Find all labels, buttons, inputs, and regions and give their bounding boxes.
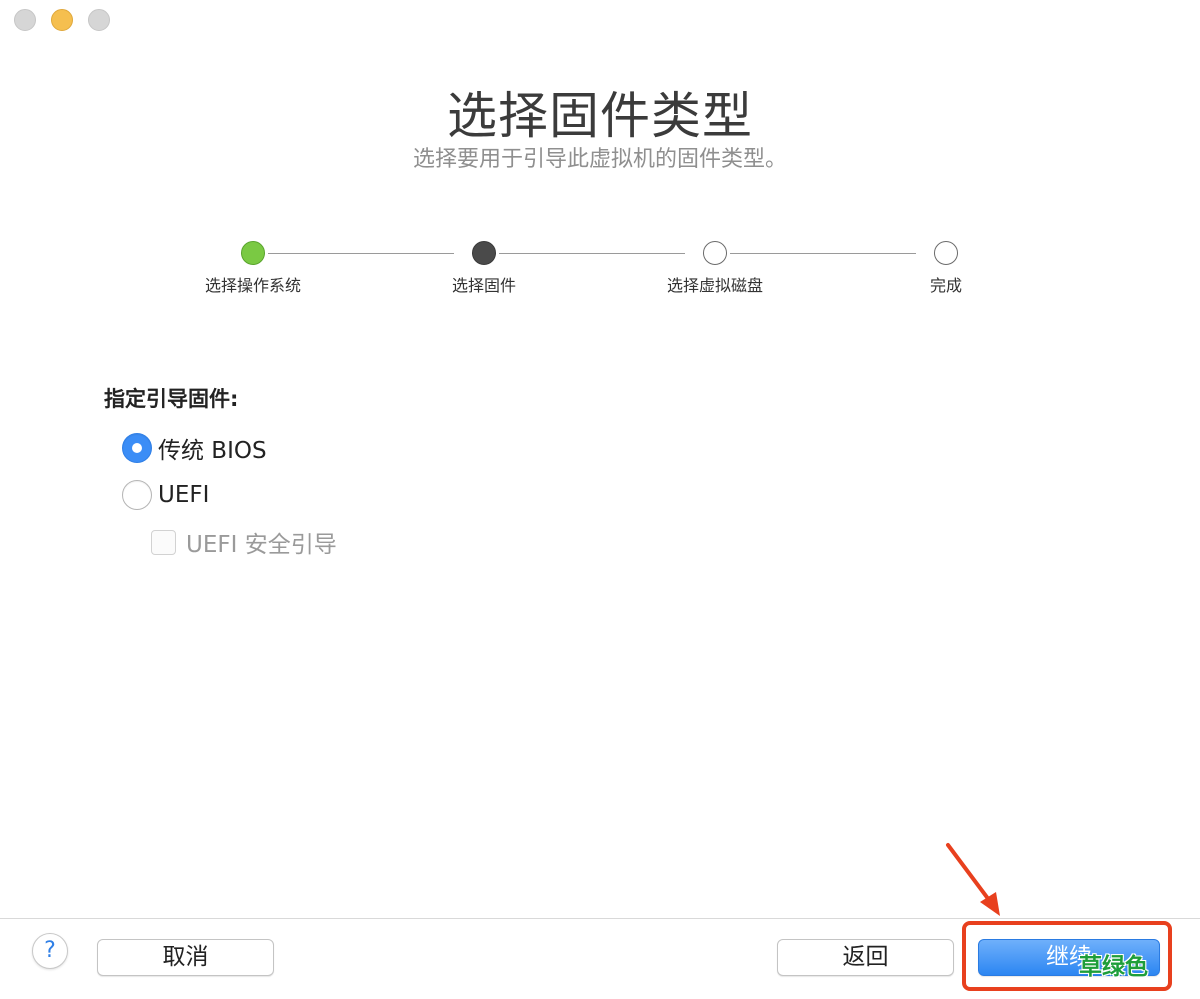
close-window-button[interactable] — [14, 9, 36, 31]
radio-label: 传统 BIOS — [158, 438, 267, 464]
firmware-section-label: 指定引导固件: — [104, 387, 239, 411]
radio-uefi[interactable]: UEFI — [122, 480, 209, 510]
step-indicator-done — [241, 241, 265, 265]
radio-legacy-bios[interactable]: 传统 BIOS — [122, 431, 267, 465]
step-finish: 完成 — [866, 240, 1026, 296]
uefi-secure-boot-checkbox-row: UEFI 安全引导 — [151, 525, 337, 559]
radio-button[interactable] — [122, 480, 152, 510]
step-label: 完成 — [929, 276, 962, 295]
radio-label: UEFI — [158, 482, 210, 508]
step-label: 选择固件 — [451, 276, 516, 295]
step-choose-os: 选择操作系统 — [173, 240, 333, 296]
step-label: 选择虚拟磁盘 — [666, 276, 763, 295]
checkbox-label: UEFI 安全引导 — [186, 532, 337, 558]
wizard-stepper: 选择操作系统 选择固件 选择虚拟磁盘 完成 — [0, 240, 1200, 300]
cancel-button[interactable]: 取消 — [97, 939, 274, 976]
help-button[interactable]: ? — [32, 933, 68, 969]
footer-divider — [0, 918, 1200, 919]
step-choose-disk: 选择虚拟磁盘 — [635, 240, 795, 296]
step-indicator-pending — [934, 241, 958, 265]
page-title: 选择固件类型 — [447, 87, 753, 145]
step-indicator-pending — [703, 241, 727, 265]
step-label: 选择操作系统 — [204, 276, 301, 295]
minimize-window-button[interactable] — [51, 9, 73, 31]
window-controls — [14, 9, 110, 31]
uefi-secure-boot-checkbox — [151, 529, 176, 555]
zoom-window-button[interactable] — [88, 9, 110, 31]
step-choose-firmware: 选择固件 — [404, 240, 564, 296]
watermark-text: 草绿色 — [1079, 954, 1148, 980]
back-button[interactable]: 返回 — [777, 939, 954, 976]
radio-button-selected[interactable] — [122, 433, 152, 463]
step-indicator-current — [472, 241, 496, 265]
annotation-arrow-icon — [946, 843, 1000, 916]
page-subtitle: 选择要用于引导此虚拟机的固件类型。 — [412, 147, 787, 172]
